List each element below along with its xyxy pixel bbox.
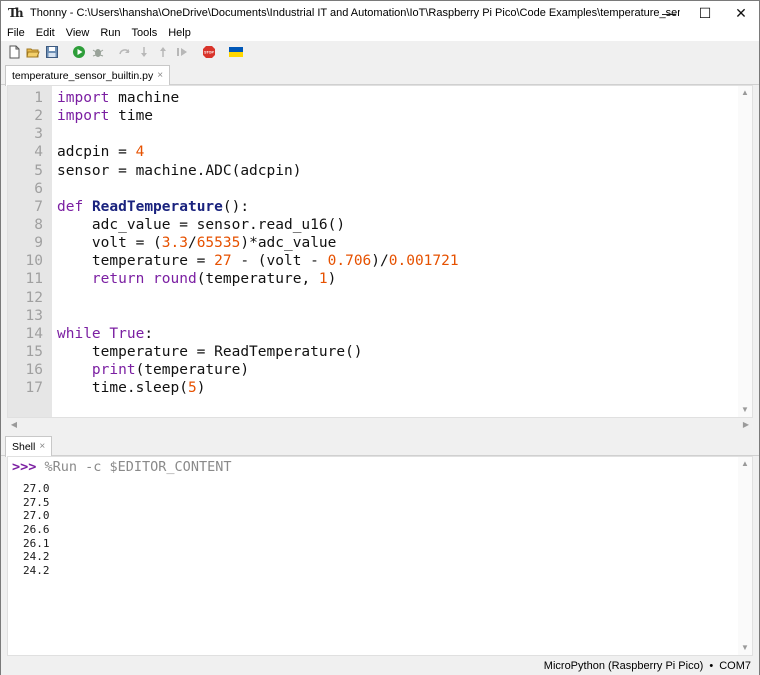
code-line: 11 return round(temperature, 1) (8, 270, 738, 288)
scroll-right-icon[interactable]: ▶ (741, 420, 751, 430)
output-line: 26.1 (23, 536, 50, 550)
toolbar: STOP (1, 41, 759, 63)
code-line: 13 (8, 307, 738, 325)
output-line: 27.5 (23, 495, 50, 509)
scroll-down-icon[interactable]: ▼ (740, 405, 750, 415)
line-number: 3 (34, 126, 43, 143)
open-folder-icon[interactable] (26, 45, 40, 59)
editor-vertical-scrollbar[interactable]: ▲ ▼ (738, 86, 752, 417)
shell-tab-close-icon[interactable]: × (39, 437, 45, 457)
stop-icon[interactable]: STOP (202, 45, 216, 59)
output-line: 24.2 (23, 564, 50, 578)
code-editor[interactable]: 1 import machine 2 import time 3 4 adcpin =… (7, 85, 753, 418)
output-line: 27.0 (23, 482, 50, 495)
shell-tab-bar: Shell × (1, 434, 759, 457)
code-line: 9 volt = (3.3/65535)*adc_value (8, 234, 738, 252)
shell-command-line: >>> %Run -c $EDITOR_CONTENT (12, 458, 231, 476)
scroll-up-icon[interactable]: ▲ (740, 88, 750, 98)
code-line: 17 time.sleep(5) (8, 379, 738, 397)
ukraine-flag-icon[interactable] (229, 45, 243, 59)
code-line: 16 print(temperature) (8, 361, 738, 379)
thonny-logo-icon: Th (8, 6, 24, 20)
line-number: 1 (34, 90, 43, 106)
code-line: 4 adcpin = 4 (8, 143, 738, 161)
status-separator: • (709, 660, 714, 672)
minimize-button[interactable]: — (651, 1, 687, 25)
port-status[interactable]: COM7 (719, 660, 751, 672)
save-icon[interactable] (45, 45, 59, 59)
editor-horizontal-scrollbar[interactable]: ◀ ▶ (7, 418, 753, 432)
code-line: 1 import machine (8, 89, 738, 107)
code-line: 10 temperature = 27 - (volt - 0.706)/0.0… (8, 252, 738, 270)
line-number: 14 (25, 325, 43, 342)
line-number: 10 (25, 253, 43, 270)
shell-command: %Run -c $EDITOR_CONTENT (44, 459, 232, 475)
step-into-icon[interactable] (137, 45, 151, 59)
menu-edit[interactable]: Edit (36, 27, 55, 39)
shell-vertical-scrollbar[interactable]: ▲ ▼ (738, 457, 752, 655)
line-number: 5 (34, 162, 43, 179)
line-number: 16 (25, 362, 43, 379)
shell-scroll-up-icon[interactable]: ▲ (740, 459, 750, 469)
code-area[interactable]: 1 import machine 2 import time 3 4 adcpin =… (8, 89, 738, 397)
title-bar: Th Thonny - C:\Users\hansha\OneDrive\Doc… (1, 1, 759, 25)
scroll-left-icon[interactable]: ◀ (9, 420, 19, 430)
shell-scroll-down-icon[interactable]: ▼ (740, 643, 750, 653)
code-line: 15 temperature = ReadTemperature() (8, 343, 738, 361)
tab-temperature-sensor-builtin[interactable]: temperature_sensor_builtin.py × (5, 65, 171, 86)
code-line: 12 (8, 289, 738, 307)
maximize-button[interactable]: ☐ (687, 1, 723, 25)
line-number: 7 (34, 198, 43, 215)
line-number: 8 (34, 216, 43, 233)
close-button[interactable]: ✕ (723, 1, 759, 25)
new-file-icon[interactable] (7, 45, 21, 59)
shell-prompt: >>> (12, 459, 45, 475)
line-number: 4 (34, 144, 43, 161)
window-controls: — ☐ ✕ (651, 1, 759, 25)
line-number: 17 (25, 380, 43, 397)
output-line: 26.6 (23, 523, 50, 537)
thonny-window: Th Thonny - C:\Users\hansha\OneDrive\Doc… (0, 0, 760, 675)
code-line: 3 (8, 125, 738, 143)
code-line: 8 adc_value = sensor.read_u16() (8, 216, 738, 234)
run-icon[interactable] (72, 45, 86, 59)
code-line: 7 def ReadTemperature(): (8, 198, 738, 216)
tab-shell[interactable]: Shell × (5, 436, 53, 457)
menu-tools[interactable]: Tools (132, 27, 158, 39)
output-line: 24.2 (23, 550, 50, 564)
tab-close-icon[interactable]: × (157, 66, 163, 86)
code-line: 2 import time (8, 107, 738, 125)
window-title: Thonny - C:\Users\hansha\OneDrive\Docume… (30, 7, 680, 19)
interpreter-status[interactable]: MicroPython (Raspberry Pi Pico) (544, 660, 704, 672)
debug-icon[interactable] (91, 45, 105, 59)
code-line: 6 (8, 180, 738, 198)
status-bar: MicroPython (Raspberry Pi Pico) • COM7 (1, 657, 759, 675)
line-number: 2 (34, 108, 43, 125)
output-line: 27.0 (23, 509, 50, 523)
line-number: 9 (34, 235, 43, 252)
shell-tab-label: Shell (12, 441, 36, 453)
step-out-icon[interactable] (156, 45, 170, 59)
menu-view[interactable]: View (66, 27, 90, 39)
code-line: 5 sensor = machine.ADC(adcpin) (8, 162, 738, 180)
menu-run[interactable]: Run (100, 27, 120, 39)
menu-file[interactable]: File (7, 27, 25, 39)
resume-icon[interactable] (175, 45, 189, 59)
stop-label: STOP (204, 51, 214, 55)
tab-label: temperature_sensor_builtin.py (12, 70, 154, 82)
editor-tab-bar: temperature_sensor_builtin.py × (1, 63, 759, 86)
menu-bar: File Edit View Run Tools Help (1, 25, 759, 41)
shell-console[interactable]: >>> %Run -c $EDITOR_CONTENT 27.0 27.5 27… (7, 456, 753, 656)
line-number: 13 (25, 307, 43, 324)
line-number: 12 (25, 289, 43, 306)
step-over-icon[interactable] (118, 45, 132, 59)
line-number: 15 (25, 343, 43, 360)
shell-output: 27.0 27.5 27.0 26.6 26.1 24.2 24.2 (23, 482, 50, 578)
line-number: 6 (34, 180, 43, 197)
line-number: 11 (25, 271, 43, 288)
menu-help[interactable]: Help (168, 27, 191, 39)
code-line: 14 while True: (8, 325, 738, 343)
